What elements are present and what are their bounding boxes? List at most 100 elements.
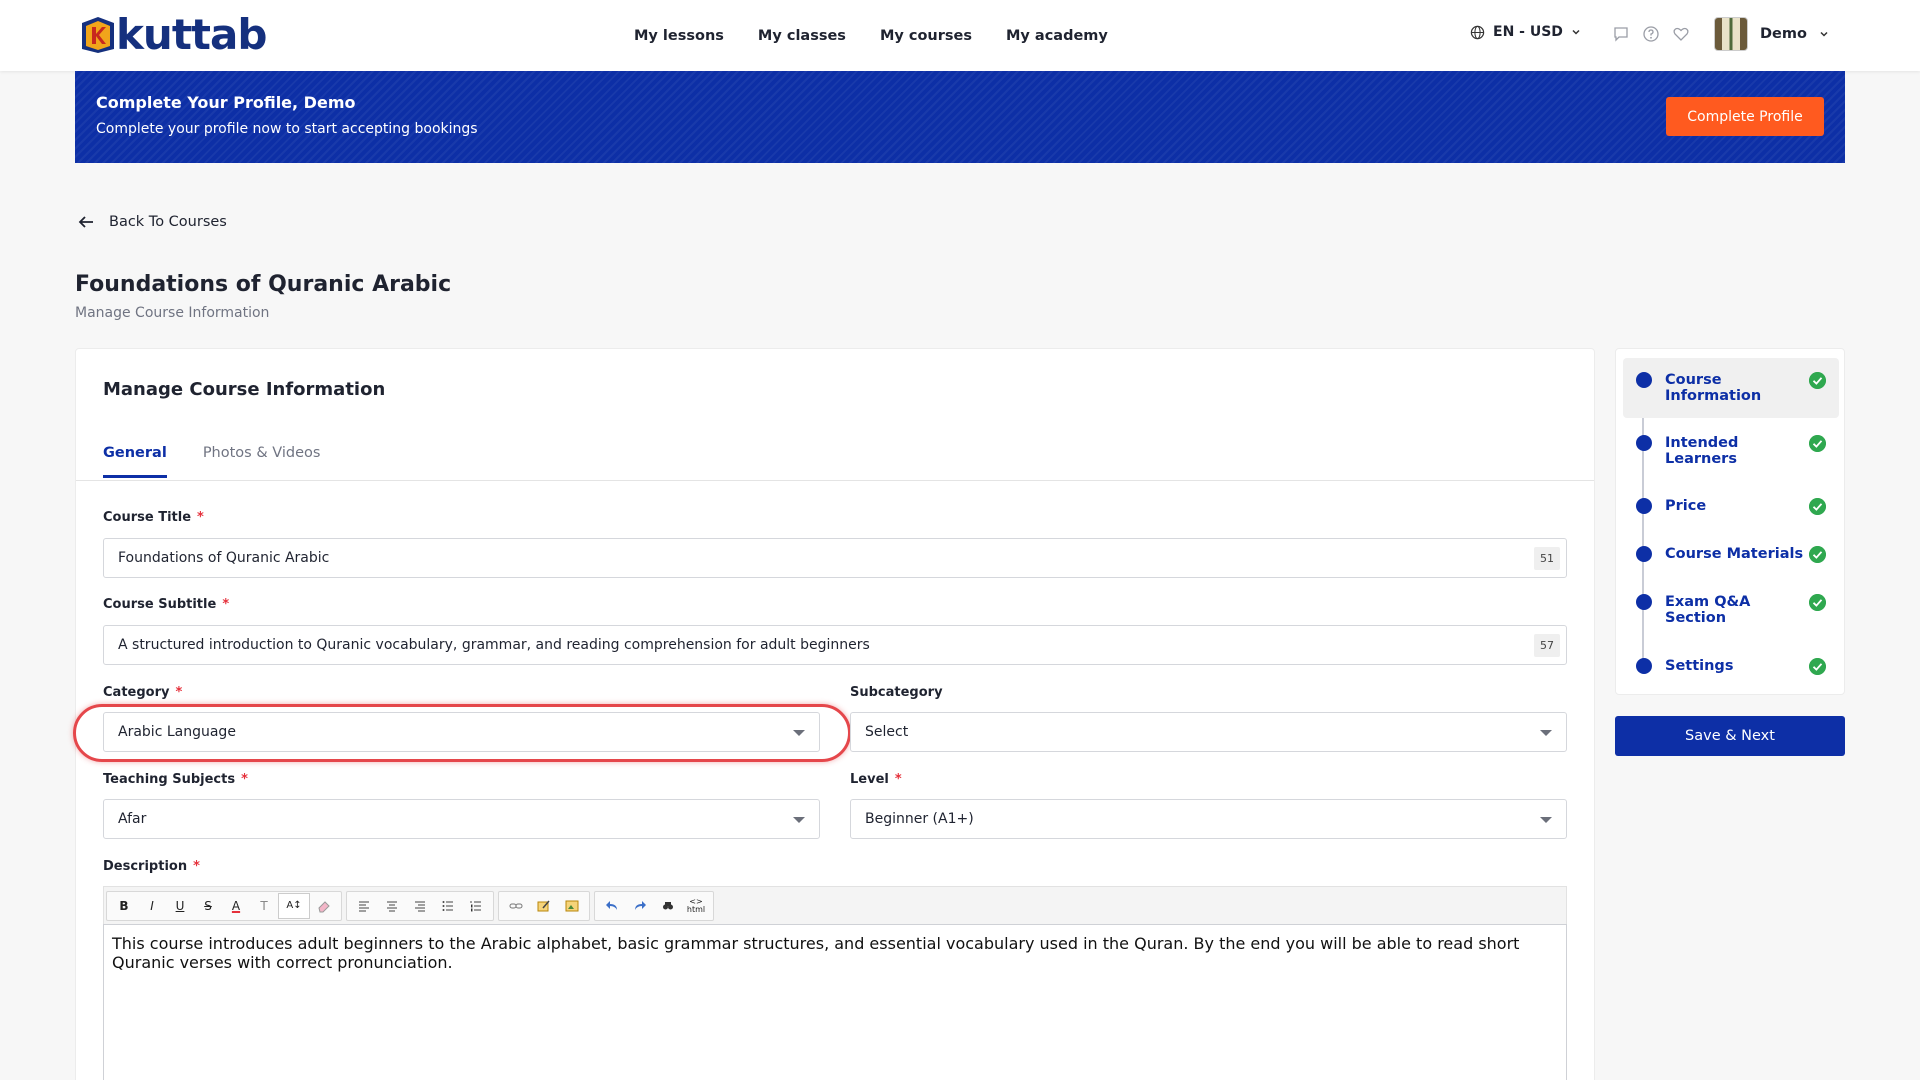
step-price[interactable]: Price [1623, 484, 1839, 520]
arrow-left-icon [78, 216, 93, 228]
step-label: Settings [1665, 658, 1734, 674]
insert-group [498, 890, 590, 921]
eraser-icon[interactable] [310, 893, 338, 919]
editor-toolbar: B I U S A T A↕ <> html [103, 886, 1567, 924]
course-subtitle-value: A structured introduction to Quranic voc… [118, 637, 870, 653]
check-circle-icon [1809, 498, 1826, 515]
nav-my-classes[interactable]: My classes [758, 28, 846, 44]
subcategory-select[interactable]: Select [850, 712, 1567, 752]
level-select[interactable]: Beginner (A1+) [850, 799, 1567, 839]
check-circle-icon [1809, 546, 1826, 563]
page-subtitle: Manage Course Information [75, 305, 270, 321]
undo-icon[interactable] [598, 893, 626, 919]
tabs-divider [76, 480, 1594, 481]
back-link-label: Back To Courses [109, 214, 227, 230]
format-group: B I U S A T A↕ [106, 890, 342, 921]
font-color-button[interactable]: A [222, 893, 250, 919]
edit-table-icon[interactable] [530, 893, 558, 919]
step-intended-learners[interactable]: Intended Learners [1623, 421, 1839, 469]
image-icon[interactable] [558, 893, 586, 919]
description-editor[interactable]: This course introduces adult beginners t… [103, 924, 1567, 1080]
clear-format-button[interactable]: T [250, 893, 278, 919]
course-subtitle-input[interactable]: A structured introduction to Quranic voc… [103, 625, 1567, 665]
dropdown-caret-icon [1540, 817, 1552, 823]
required-mark: * [222, 597, 230, 612]
user-menu[interactable]: Demo [1714, 17, 1829, 51]
course-info-card: Manage Course Information General Photos… [73, 348, 1595, 1080]
nav-my-academy[interactable]: My academy [1006, 28, 1108, 44]
level-value: Beginner (A1+) [865, 811, 974, 827]
italic-button[interactable]: I [138, 893, 166, 919]
save-next-button[interactable]: Save & Next [1615, 716, 1845, 756]
align-center-icon[interactable] [378, 893, 406, 919]
back-to-courses-link[interactable]: Back To Courses [77, 213, 227, 231]
step-label: Course Materials [1665, 546, 1804, 562]
align-right-icon[interactable] [406, 893, 434, 919]
nav-my-lessons[interactable]: My lessons [634, 28, 724, 44]
chat-icon[interactable] [1612, 25, 1630, 43]
underline-button[interactable]: U [166, 893, 194, 919]
font-size-dropdown[interactable]: A↕ [278, 892, 310, 919]
course-subtitle-label-text: Course Subtitle [103, 597, 217, 612]
char-counter: 57 [1534, 634, 1560, 657]
main-nav: My lessons My classes My courses My acad… [634, 0, 1108, 71]
heart-icon[interactable] [1672, 25, 1690, 43]
numbered-list-icon[interactable] [462, 893, 490, 919]
step-settings[interactable]: Settings [1623, 644, 1839, 680]
help-icon[interactable] [1642, 25, 1660, 43]
required-mark: * [193, 859, 200, 874]
step-course-materials[interactable]: Course Materials [1623, 532, 1839, 568]
description-label: Description * [103, 859, 200, 874]
strikethrough-button[interactable]: S [194, 893, 222, 919]
complete-profile-button[interactable]: Complete Profile [1666, 97, 1824, 136]
step-label: Intended Learners [1665, 435, 1739, 467]
bullet-list-icon[interactable] [434, 893, 462, 919]
required-mark: * [175, 685, 183, 700]
subcategory-value: Select [865, 724, 909, 740]
align-group [346, 890, 494, 921]
tabs: General Photos & Videos [103, 445, 320, 478]
required-mark: * [241, 772, 248, 787]
check-circle-icon [1809, 658, 1826, 675]
header-icons [1612, 25, 1690, 43]
logo-text: kuttab [116, 10, 267, 59]
link-icon[interactable] [502, 893, 530, 919]
teaching-subjects-label: Teaching Subjects * [103, 772, 248, 787]
step-course-information[interactable]: Course Information [1623, 358, 1839, 418]
align-left-icon[interactable] [350, 893, 378, 919]
tab-general[interactable]: General [103, 445, 167, 478]
category-label: Category * [103, 685, 182, 700]
teaching-subjects-select[interactable]: Afar [103, 799, 820, 839]
check-circle-icon [1809, 372, 1826, 389]
teaching-subjects-value: Afar [118, 811, 147, 827]
step-exam-qa-section[interactable]: Exam Q&A Section [1623, 580, 1839, 628]
step-dot-icon [1636, 435, 1652, 451]
course-title-input[interactable]: Foundations of Quranic Arabic 51 [103, 538, 1567, 578]
language-currency-selector[interactable]: EN - USD [1470, 24, 1581, 40]
required-mark: * [894, 772, 902, 787]
course-title-label: Course Title * [103, 510, 204, 525]
check-circle-icon [1809, 435, 1826, 452]
step-dot-icon [1636, 372, 1652, 388]
chevron-down-icon [1820, 31, 1828, 37]
find-icon[interactable] [654, 893, 682, 919]
kuttab-logo[interactable]: kuttab [78, 10, 267, 59]
check-circle-icon [1809, 594, 1826, 611]
category-label-text: Category [103, 685, 170, 700]
course-title-value: Foundations of Quranic Arabic [118, 550, 330, 566]
html-source-button[interactable]: <> html [682, 893, 710, 919]
nav-my-courses[interactable]: My courses [880, 28, 972, 44]
step-label: Course Information [1665, 372, 1762, 404]
html-source-label: html [686, 904, 706, 914]
char-counter: 51 [1534, 547, 1560, 570]
step-label: Exam Q&A Section [1665, 594, 1751, 626]
bold-button[interactable]: B [110, 893, 138, 919]
tab-photos-videos[interactable]: Photos & Videos [203, 445, 321, 478]
top-navbar: kuttab My lessons My classes My courses … [0, 0, 1920, 71]
redo-icon[interactable] [626, 893, 654, 919]
step-dot-icon [1636, 546, 1652, 562]
dropdown-caret-icon [1540, 730, 1552, 736]
logo-icon [82, 17, 114, 53]
avatar [1714, 17, 1748, 51]
step-dot-icon [1636, 594, 1652, 610]
